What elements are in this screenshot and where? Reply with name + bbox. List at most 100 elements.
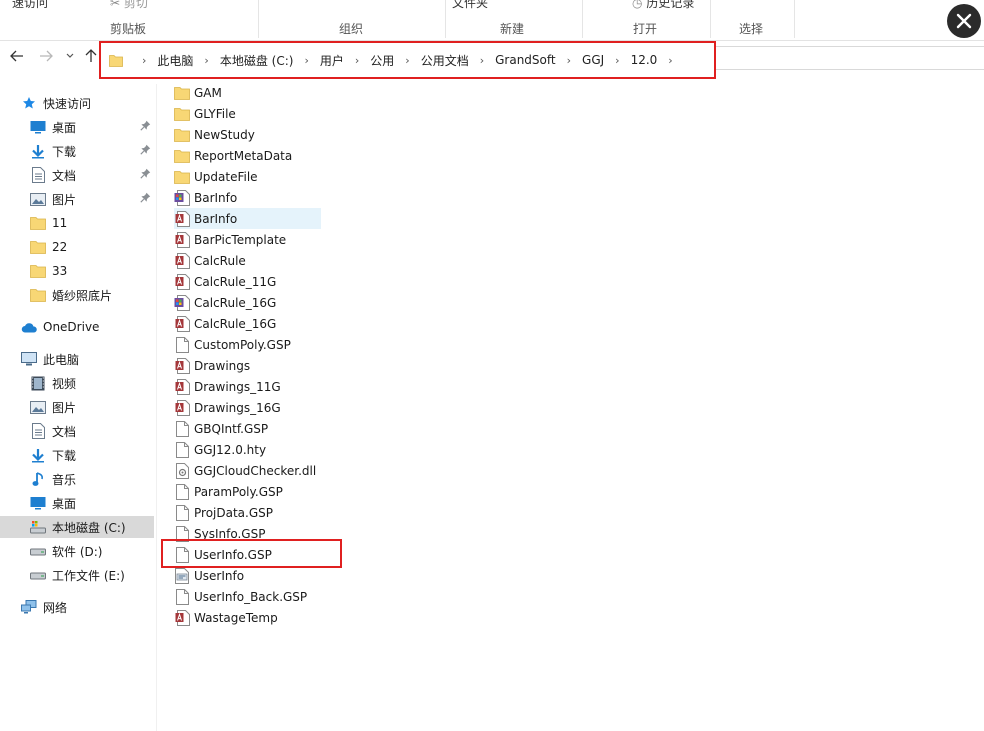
file-row[interactable]: UpdateFile [174, 166, 321, 187]
sidebar-item[interactable]: 33 [0, 260, 154, 282]
file-row[interactable]: ReportMetaData [174, 145, 321, 166]
file-row[interactable]: Drawings [174, 355, 321, 376]
ribbon-cut-button[interactable]: ✂ 剪切 [110, 0, 148, 11]
sidebar-item[interactable]: 11 [0, 212, 154, 234]
address-bar[interactable]: › 此电脑 › 本地磁盘 (C:) › 用户 › 公用 › 公用文档 › Gra… [99, 41, 716, 79]
sidebar-item-label: 音乐 [52, 472, 77, 487]
sidebar-item[interactable]: 桌面 [0, 116, 154, 138]
file-row[interactable]: CustomPoly.GSP [174, 334, 321, 355]
file-row[interactable]: Drawings_11G [174, 376, 321, 397]
chevron-right-icon[interactable]: › [480, 54, 484, 67]
breadcrumb-users[interactable]: 用户 [320, 52, 344, 69]
file-name: GGJCloudChecker.dll [194, 463, 317, 478]
drive-icon [30, 567, 46, 583]
close-button[interactable] [947, 4, 981, 38]
sidebar-item[interactable]: 视频 [0, 372, 154, 394]
file-row[interactable]: ParamPoly.GSP [174, 481, 321, 502]
chevron-right-icon[interactable]: › [668, 54, 672, 67]
pin-icon[interactable] [140, 120, 152, 132]
file-row[interactable]: BarInfo [174, 208, 321, 229]
sidebar-item[interactable]: 下载 [0, 444, 154, 466]
file-row[interactable]: GBQIntf.GSP [174, 418, 321, 439]
pin-icon[interactable] [140, 192, 152, 204]
sidebar-item[interactable]: 网络 [0, 596, 154, 618]
file-row[interactable]: CalcRule [174, 250, 321, 271]
access-file-icon [174, 378, 190, 395]
sidebar-item-label: 11 [52, 216, 68, 230]
file-name: CalcRule_11G [194, 274, 277, 289]
file-name: WastageTemp [194, 610, 278, 625]
sidebar-item[interactable]: 软件 (D:) [0, 540, 154, 562]
sidebar-item[interactable]: 文档 [0, 420, 154, 442]
chevron-right-icon[interactable]: › [567, 54, 571, 67]
sidebar-item-label: 下载 [52, 448, 77, 463]
folder-icon [174, 126, 190, 143]
breadcrumb-grandsoft[interactable]: GrandSoft [495, 53, 556, 67]
pin-icon[interactable] [140, 168, 152, 180]
sidebar-item[interactable]: 下载 [0, 140, 154, 162]
ribbon-divider [710, 0, 711, 38]
file-row[interactable]: UserInfo_Back.GSP [174, 586, 321, 607]
breadcrumb-this-pc[interactable]: 此电脑 [157, 52, 193, 69]
sidebar-item[interactable]: 桌面 [0, 492, 154, 514]
sidebar-item[interactable]: 本地磁盘 (C:) [0, 516, 154, 538]
file-name: BarInfo [194, 211, 238, 226]
sidebar-item[interactable]: 文档 [0, 164, 154, 186]
back-button[interactable] [9, 48, 25, 64]
breadcrumb-ggj[interactable]: GGJ [582, 53, 604, 67]
file-row[interactable]: GGJ12.0.hty [174, 439, 321, 460]
file-row[interactable]: Drawings_16G [174, 397, 321, 418]
recent-locations-button[interactable] [62, 48, 78, 64]
navigation-pane: 快速访问 桌面 下载 文档 图片 11 22 33 婚纱照底片 OneDrive 此电脑 视频 图片 文档… [0, 84, 157, 731]
config-file-icon [174, 567, 190, 584]
sidebar-item[interactable]: 快速访问 [0, 92, 154, 114]
pin-icon[interactable] [140, 144, 152, 156]
chevron-right-icon[interactable]: › [355, 54, 359, 67]
file-row[interactable]: ProjData.GSP [174, 502, 321, 523]
file-row[interactable]: UserInfo [174, 565, 321, 586]
sidebar-item[interactable]: 图片 [0, 188, 154, 210]
address-bar-extension[interactable] [716, 46, 984, 70]
highlight-annotation [161, 539, 342, 568]
file-name: UpdateFile [194, 169, 258, 184]
file-row[interactable]: NewStudy [174, 124, 321, 145]
file-row[interactable]: CalcRule_16G [174, 313, 321, 334]
sidebar-item[interactable]: 图片 [0, 396, 154, 418]
access-file-icon [174, 273, 190, 290]
file-row[interactable]: CalcRule_16G [174, 292, 321, 313]
file-row[interactable]: WastageTemp [174, 607, 321, 628]
chevron-right-icon[interactable]: › [304, 54, 308, 67]
sidebar-item[interactable]: 音乐 [0, 468, 154, 490]
breadcrumb-public-documents[interactable]: 公用文档 [421, 52, 469, 69]
ribbon-quick-access-label[interactable]: 速访问 [12, 0, 48, 11]
sidebar-item[interactable]: 22 [0, 236, 154, 258]
file-row[interactable]: CalcRule_11G [174, 271, 321, 292]
chevron-right-icon[interactable]: › [204, 54, 208, 67]
file-row[interactable]: BarPicTemplate [174, 229, 321, 250]
folder-icon [30, 287, 46, 303]
video-icon [30, 375, 46, 391]
chevron-down-icon [66, 53, 74, 58]
file-row[interactable]: GAM [174, 82, 321, 103]
breadcrumb-12-0[interactable]: 12.0 [631, 53, 658, 67]
file-row[interactable]: GGJCloudChecker.dll [174, 460, 321, 481]
dll-file-icon [174, 462, 190, 479]
ribbon-folder-button[interactable]: 文件夹 [452, 0, 488, 11]
breadcrumb-public[interactable]: 公用 [370, 52, 394, 69]
file-row[interactable]: GLYFile [174, 103, 321, 124]
chevron-right-icon[interactable]: › [615, 54, 619, 67]
file-row[interactable]: BarInfo [174, 187, 321, 208]
sidebar-item[interactable]: 工作文件 (E:) [0, 564, 154, 586]
breadcrumb-local-disk-c[interactable]: 本地磁盘 (C:) [220, 52, 294, 69]
forward-button[interactable] [38, 48, 54, 64]
folder-icon [174, 168, 190, 185]
ribbon-divider [258, 0, 259, 38]
chevron-right-icon[interactable]: › [405, 54, 409, 67]
sidebar-item[interactable]: OneDrive [0, 316, 154, 338]
ribbon-divider [445, 0, 446, 38]
ribbon-history-button[interactable]: ◷ 历史记录 [632, 0, 694, 11]
sidebar-item[interactable]: 婚纱照底片 [0, 284, 154, 306]
up-button[interactable] [83, 48, 99, 64]
sidebar-item[interactable]: 此电脑 [0, 348, 154, 370]
star-icon [21, 95, 37, 111]
